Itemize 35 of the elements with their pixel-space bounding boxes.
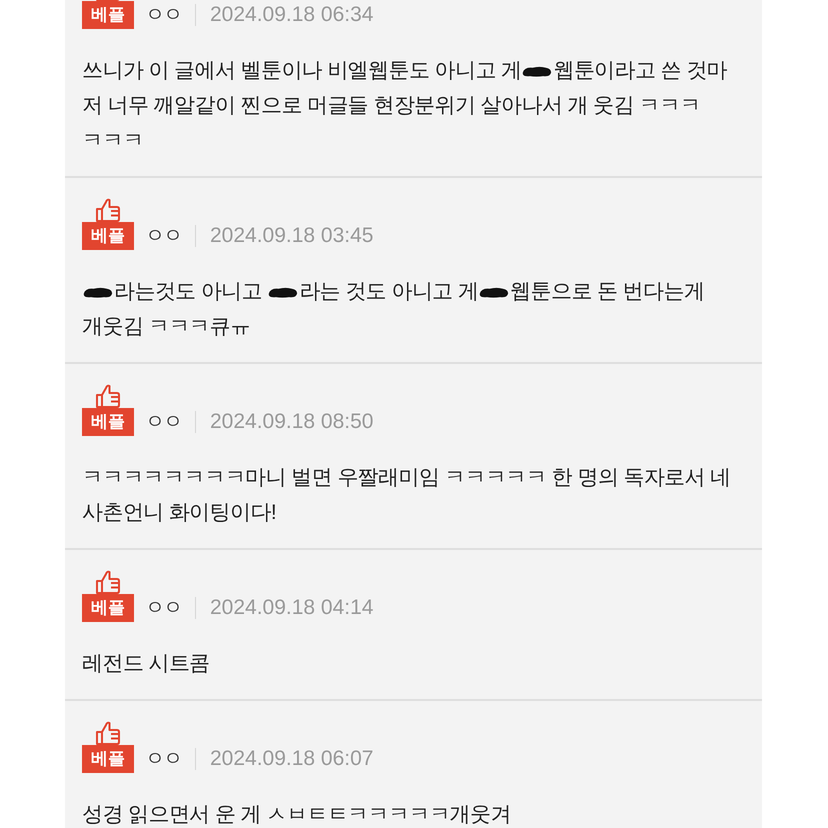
comment-text: 웹툰이라고 쓴 것마 bbox=[553, 59, 728, 82]
comment-text: 라는 것도 아니고 게 bbox=[299, 280, 478, 303]
best-badge: 베플 bbox=[82, 408, 134, 436]
author-name: ㅇㅇ bbox=[145, 3, 181, 28]
author-name: ㅇㅇ bbox=[145, 747, 181, 772]
scribble-icon bbox=[479, 286, 510, 299]
best-badge: 베플 bbox=[82, 222, 134, 250]
thumbs-up-icon bbox=[96, 721, 120, 745]
comment-text: 사촌언니 화이팅이다! bbox=[82, 501, 276, 524]
comment-text: 쓰니가 이 글에서 벨툰이나 비엘웹툰도 아니고 게 bbox=[82, 59, 522, 82]
author-name: ㅇㅇ bbox=[145, 224, 181, 249]
comment-date: 2024.09.18 06:34 bbox=[210, 2, 374, 28]
comment-date: 2024.09.18 06:07 bbox=[210, 746, 374, 772]
scribble-icon bbox=[522, 64, 552, 78]
comment-text: ㅋㅋㅋㅋㅋㅋㅋㅋ마니 벌면 우짤래미임 ㅋㅋㅋㅋㅋ 한 명의 독자로서 네 bbox=[82, 466, 731, 489]
comment-text: 개웃김 ㅋㅋㅋ큐ㅠ bbox=[82, 315, 250, 338]
comment-text: 성경 읽으면서 운 게 ㅅㅂㅌㅌㅋㅋㅋㅋㅋ개웃겨 bbox=[82, 803, 511, 826]
best-badge: 베플 bbox=[82, 745, 134, 773]
best-badge: 베플 bbox=[82, 1, 134, 29]
comment-date: 2024.09.18 08:50 bbox=[210, 409, 374, 435]
thumbs-up-icon bbox=[96, 198, 120, 222]
comment-text: 레전드 시트콤 bbox=[82, 652, 210, 675]
thumbs-up-icon bbox=[96, 384, 120, 408]
author-name: ㅇㅇ bbox=[145, 410, 181, 435]
scribble-icon bbox=[268, 286, 298, 299]
comment-text: 저 너무 깨알같이 찐으로 머글들 현장분위기 살아나서 개 웃김 ㅋㅋㅋ bbox=[82, 94, 700, 117]
best-badge: 베플 bbox=[82, 594, 134, 622]
scribble-icon bbox=[83, 286, 113, 299]
comment-date: 2024.09.18 03:45 bbox=[210, 223, 374, 249]
comment-date: 2024.09.18 04:14 bbox=[210, 595, 374, 621]
comment-text: ㅋㅋㅋ bbox=[82, 129, 144, 152]
comment-text: 웹툰으로 돈 번다는게 bbox=[510, 280, 704, 303]
thumbs-up-icon bbox=[96, 570, 120, 594]
author-name: ㅇㅇ bbox=[145, 596, 181, 621]
comment-text: 라는것도 아니고 bbox=[114, 280, 264, 303]
